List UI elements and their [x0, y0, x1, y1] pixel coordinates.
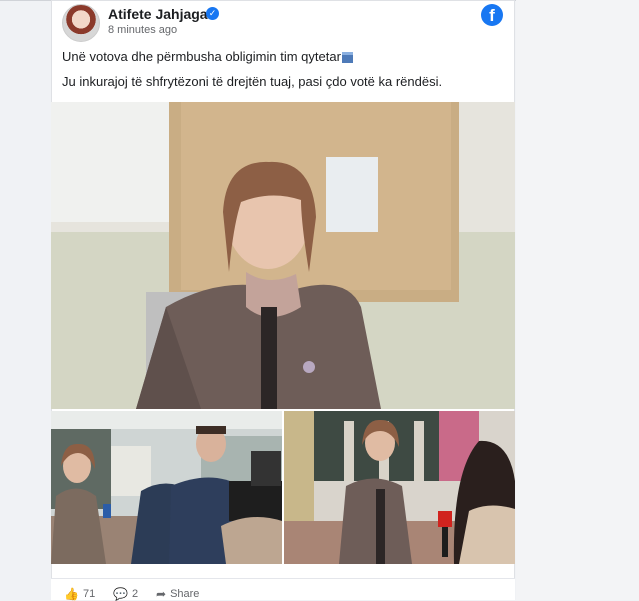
comment-count: 2	[131, 588, 139, 600]
author-avatar[interactable]	[62, 4, 100, 42]
share-label: Share	[170, 588, 200, 600]
post-text-line-1: Unë votova dhe përmbusha obligimin tim q…	[62, 49, 353, 64]
post-text-line-2: Ju inkurajoj të shfrytëzoni të drejtën t…	[62, 74, 443, 89]
verified-badge-icon: ✓	[206, 7, 219, 20]
ballot-box-icon	[341, 52, 353, 64]
share-icon: ➦	[156, 587, 167, 601]
comment-count-button[interactable]: 💬 2	[113, 587, 138, 601]
post-text-line-1-content: Unë votova dhe përmbusha obligimin tim q…	[62, 49, 341, 64]
comment-icon: 💬	[113, 587, 128, 601]
share-button[interactable]: ➦ Share	[156, 587, 199, 601]
post-photo-reporter[interactable]	[284, 411, 515, 564]
post-photo-interview[interactable]	[51, 411, 282, 564]
post-photo-main[interactable]	[51, 102, 515, 409]
thumbs-up-icon: 👍	[64, 587, 79, 601]
facebook-icon[interactable]: f	[481, 4, 503, 26]
right-background	[516, 0, 639, 600]
like-count: 71	[82, 588, 96, 600]
post-timestamp[interactable]: 8 minutes ago	[108, 24, 177, 36]
like-count-button[interactable]: 👍 71	[64, 587, 95, 601]
author-name[interactable]: Atifete Jahjaga	[108, 6, 208, 22]
